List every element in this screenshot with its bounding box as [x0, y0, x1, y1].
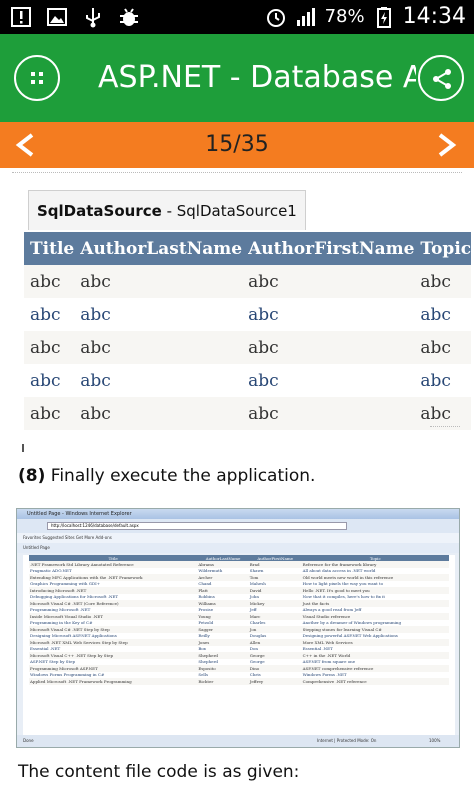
- browser-grid-cell: Applied Microsoft .NET Framework Program…: [29, 678, 198, 685]
- battery-charging-icon: [376, 6, 391, 28]
- grid-cell: abc: [24, 298, 75, 331]
- step-text: Finally execute the application.: [45, 466, 316, 486]
- browser-zone-text: Internet | Protected Mode: On: [317, 738, 377, 743]
- grid-row: abc abc abc abc: [24, 331, 472, 364]
- grid-cell: abc: [414, 364, 472, 397]
- browser-grid-row: Applied Microsoft .NET Framework Program…: [29, 678, 449, 685]
- grid-cell: abc: [24, 364, 75, 397]
- sqldatasource-figure: SqlDataSource - SqlDataSource1 Title Auth…: [22, 190, 472, 430]
- grid-cell: abc: [24, 265, 75, 298]
- browser-title-bar: Untitled Page - Windows Internet Explore…: [17, 509, 459, 519]
- chevron-right-icon: [438, 133, 457, 157]
- grid-row: abc abc abc abc: [24, 265, 472, 298]
- grid-cell: abc: [74, 265, 243, 298]
- grid-cell: abc: [24, 397, 75, 430]
- next-page-button[interactable]: [428, 122, 468, 168]
- grid-cell: abc: [242, 364, 415, 397]
- grid-cell: abc: [74, 298, 243, 331]
- grid-cell: abc: [242, 331, 415, 364]
- share-button[interactable]: [418, 55, 464, 101]
- browser-status-text: Done: [23, 738, 34, 743]
- content-area[interactable]: SqlDataSource - SqlDataSource1 Title Auth…: [0, 168, 474, 790]
- browser-gridview: Title AuthorLastName AuthorFirstName Topic …: [29, 555, 449, 685]
- browser-grid-cell: Jeffrey: [248, 678, 302, 685]
- grid-cell: abc: [74, 364, 243, 397]
- app-title: ASP.NET - Database Access: [98, 60, 416, 95]
- clock: 14:34: [402, 4, 466, 29]
- browser-grid-cell: Richter: [197, 678, 249, 685]
- browser-status-bar: Done Internet | Protected Mode: On 100%: [17, 735, 459, 747]
- browser-tab: Untitled Page: [17, 543, 459, 553]
- tab-label-rest: - SqlDataSource1: [161, 202, 297, 220]
- grid-cell: abc: [414, 331, 472, 364]
- debug-icon: [120, 8, 138, 26]
- warning-icon: [11, 7, 31, 27]
- status-bar: 78% 14:34: [0, 0, 474, 34]
- tab-label-bold: SqlDataSource: [37, 202, 162, 220]
- previous-page-button[interactable]: [6, 122, 46, 168]
- grid-column-header: AuthorFirstName: [242, 232, 415, 265]
- alarm-icon: [266, 8, 285, 27]
- usb-icon: [86, 8, 100, 28]
- browser-favorites-bar: Favorites Suggested Sites Get More Add-o…: [17, 533, 459, 543]
- signal-icon: [296, 7, 315, 26]
- grid-icon: [31, 72, 43, 84]
- divider: [12, 172, 462, 173]
- divider: [430, 426, 460, 427]
- grid-cell: abc: [414, 298, 472, 331]
- app-bar: ASP.NET - Database Access: [0, 34, 474, 122]
- browser-grid-cell: Comprehensive .NET reference: [301, 678, 449, 685]
- grid-column-header: Title: [24, 232, 75, 265]
- step-number: (8): [18, 466, 46, 486]
- grid-column-header: AuthorLastName: [74, 232, 243, 265]
- grid-cell: abc: [74, 331, 243, 364]
- grid-cell: abc: [74, 397, 243, 430]
- closing-paragraph: The content file code is as given:: [18, 762, 300, 782]
- sqldatasource-tab: SqlDataSource - SqlDataSource1: [28, 190, 306, 230]
- step-instruction: (8) Finally execute the application.: [18, 466, 315, 486]
- divider: [22, 444, 24, 452]
- chevron-left-icon: [15, 133, 34, 157]
- grid-cell: abc: [242, 397, 415, 430]
- grid-row: abc abc abc abc: [24, 298, 472, 331]
- browser-page: Title AuthorLastName AuthorFirstName Topic …: [23, 555, 455, 735]
- grid-cell: abc: [242, 265, 415, 298]
- menu-button[interactable]: [14, 55, 60, 101]
- grid-row: abc abc abc abc: [24, 364, 472, 397]
- page-indicator: 15/35: [205, 132, 269, 157]
- gridview-table: Title AuthorLastName AuthorFirstName Topic …: [24, 232, 472, 430]
- grid-cell: abc: [242, 298, 415, 331]
- grid-cell: abc: [24, 331, 75, 364]
- browser-url: http://localhost:1246/database/default.a…: [47, 522, 347, 530]
- grid-cell: abc: [414, 265, 472, 298]
- browser-address-bar: http://localhost:1246/database/default.a…: [17, 519, 459, 533]
- browser-zoom: 100%: [429, 738, 441, 743]
- grid-column-header: Topic: [414, 232, 472, 265]
- image-icon: [47, 8, 67, 26]
- grid-row: abc abc abc abc: [24, 397, 472, 430]
- browser-screenshot-figure: Untitled Page - Windows Internet Explore…: [16, 508, 460, 748]
- share-icon: [433, 69, 451, 89]
- battery-percent: 78%: [324, 6, 365, 27]
- pager-bar: 15/35: [0, 122, 474, 168]
